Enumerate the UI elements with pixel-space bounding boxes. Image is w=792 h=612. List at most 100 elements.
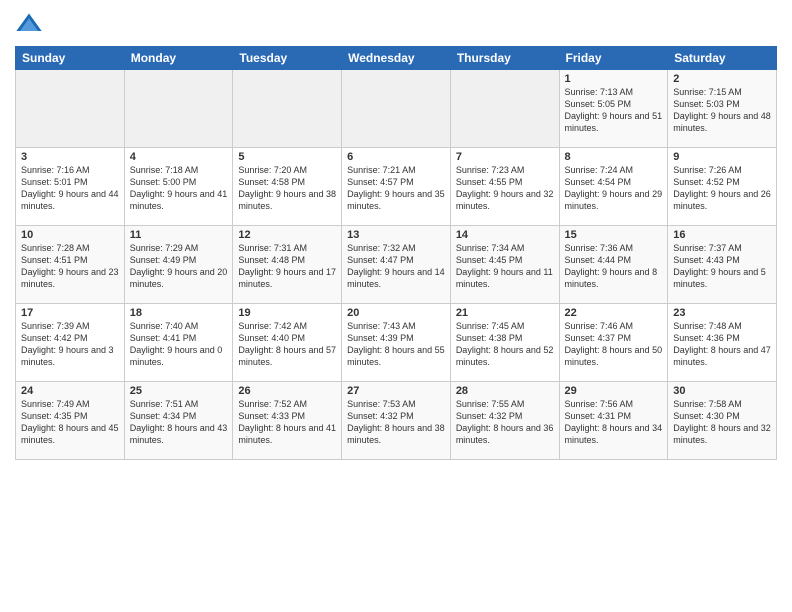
day-info: Sunrise: 7:52 AM Sunset: 4:33 PM Dayligh… bbox=[238, 398, 336, 447]
day-info: Sunrise: 7:53 AM Sunset: 4:32 PM Dayligh… bbox=[347, 398, 445, 447]
day-number: 1 bbox=[565, 73, 663, 85]
logo-icon bbox=[15, 10, 43, 38]
day-info: Sunrise: 7:43 AM Sunset: 4:39 PM Dayligh… bbox=[347, 320, 445, 369]
day-number: 27 bbox=[347, 385, 445, 397]
day-info: Sunrise: 7:39 AM Sunset: 4:42 PM Dayligh… bbox=[21, 320, 119, 369]
week-row-5: 24Sunrise: 7:49 AM Sunset: 4:35 PM Dayli… bbox=[16, 382, 777, 460]
day-info: Sunrise: 7:26 AM Sunset: 4:52 PM Dayligh… bbox=[673, 164, 771, 213]
day-cell: 8Sunrise: 7:24 AM Sunset: 4:54 PM Daylig… bbox=[559, 148, 668, 226]
day-cell: 6Sunrise: 7:21 AM Sunset: 4:57 PM Daylig… bbox=[342, 148, 451, 226]
day-cell: 9Sunrise: 7:26 AM Sunset: 4:52 PM Daylig… bbox=[668, 148, 777, 226]
day-number: 19 bbox=[238, 307, 336, 319]
weekday-header-thursday: Thursday bbox=[450, 47, 559, 70]
day-cell: 23Sunrise: 7:48 AM Sunset: 4:36 PM Dayli… bbox=[668, 304, 777, 382]
day-number: 29 bbox=[565, 385, 663, 397]
day-cell: 3Sunrise: 7:16 AM Sunset: 5:01 PM Daylig… bbox=[16, 148, 125, 226]
day-cell: 25Sunrise: 7:51 AM Sunset: 4:34 PM Dayli… bbox=[124, 382, 233, 460]
day-cell: 16Sunrise: 7:37 AM Sunset: 4:43 PM Dayli… bbox=[668, 226, 777, 304]
day-number: 22 bbox=[565, 307, 663, 319]
weekday-header-saturday: Saturday bbox=[668, 47, 777, 70]
logo bbox=[15, 10, 47, 38]
day-number: 7 bbox=[456, 151, 554, 163]
day-info: Sunrise: 7:20 AM Sunset: 4:58 PM Dayligh… bbox=[238, 164, 336, 213]
day-cell: 30Sunrise: 7:58 AM Sunset: 4:30 PM Dayli… bbox=[668, 382, 777, 460]
day-info: Sunrise: 7:46 AM Sunset: 4:37 PM Dayligh… bbox=[565, 320, 663, 369]
day-info: Sunrise: 7:48 AM Sunset: 4:36 PM Dayligh… bbox=[673, 320, 771, 369]
day-cell: 27Sunrise: 7:53 AM Sunset: 4:32 PM Dayli… bbox=[342, 382, 451, 460]
week-row-2: 3Sunrise: 7:16 AM Sunset: 5:01 PM Daylig… bbox=[16, 148, 777, 226]
day-info: Sunrise: 7:23 AM Sunset: 4:55 PM Dayligh… bbox=[456, 164, 554, 213]
day-cell: 13Sunrise: 7:32 AM Sunset: 4:47 PM Dayli… bbox=[342, 226, 451, 304]
day-info: Sunrise: 7:37 AM Sunset: 4:43 PM Dayligh… bbox=[673, 242, 771, 291]
day-cell: 15Sunrise: 7:36 AM Sunset: 4:44 PM Dayli… bbox=[559, 226, 668, 304]
day-cell: 1Sunrise: 7:13 AM Sunset: 5:05 PM Daylig… bbox=[559, 70, 668, 148]
day-info: Sunrise: 7:16 AM Sunset: 5:01 PM Dayligh… bbox=[21, 164, 119, 213]
day-cell: 26Sunrise: 7:52 AM Sunset: 4:33 PM Dayli… bbox=[233, 382, 342, 460]
day-number: 8 bbox=[565, 151, 663, 163]
day-cell: 28Sunrise: 7:55 AM Sunset: 4:32 PM Dayli… bbox=[450, 382, 559, 460]
day-number: 10 bbox=[21, 229, 119, 241]
day-number: 11 bbox=[130, 229, 228, 241]
day-number: 15 bbox=[565, 229, 663, 241]
day-number: 9 bbox=[673, 151, 771, 163]
day-cell: 14Sunrise: 7:34 AM Sunset: 4:45 PM Dayli… bbox=[450, 226, 559, 304]
day-info: Sunrise: 7:24 AM Sunset: 4:54 PM Dayligh… bbox=[565, 164, 663, 213]
day-number: 17 bbox=[21, 307, 119, 319]
day-cell: 5Sunrise: 7:20 AM Sunset: 4:58 PM Daylig… bbox=[233, 148, 342, 226]
day-number: 6 bbox=[347, 151, 445, 163]
day-info: Sunrise: 7:15 AM Sunset: 5:03 PM Dayligh… bbox=[673, 86, 771, 135]
day-number: 4 bbox=[130, 151, 228, 163]
day-number: 20 bbox=[347, 307, 445, 319]
calendar-table: SundayMondayTuesdayWednesdayThursdayFrid… bbox=[15, 46, 777, 460]
day-cell: 21Sunrise: 7:45 AM Sunset: 4:38 PM Dayli… bbox=[450, 304, 559, 382]
day-cell bbox=[450, 70, 559, 148]
week-row-4: 17Sunrise: 7:39 AM Sunset: 4:42 PM Dayli… bbox=[16, 304, 777, 382]
day-number: 24 bbox=[21, 385, 119, 397]
week-row-3: 10Sunrise: 7:28 AM Sunset: 4:51 PM Dayli… bbox=[16, 226, 777, 304]
day-number: 26 bbox=[238, 385, 336, 397]
day-cell: 18Sunrise: 7:40 AM Sunset: 4:41 PM Dayli… bbox=[124, 304, 233, 382]
weekday-header-tuesday: Tuesday bbox=[233, 47, 342, 70]
day-info: Sunrise: 7:56 AM Sunset: 4:31 PM Dayligh… bbox=[565, 398, 663, 447]
day-cell: 24Sunrise: 7:49 AM Sunset: 4:35 PM Dayli… bbox=[16, 382, 125, 460]
day-number: 5 bbox=[238, 151, 336, 163]
weekday-header-friday: Friday bbox=[559, 47, 668, 70]
day-info: Sunrise: 7:29 AM Sunset: 4:49 PM Dayligh… bbox=[130, 242, 228, 291]
day-cell: 11Sunrise: 7:29 AM Sunset: 4:49 PM Dayli… bbox=[124, 226, 233, 304]
day-info: Sunrise: 7:58 AM Sunset: 4:30 PM Dayligh… bbox=[673, 398, 771, 447]
day-info: Sunrise: 7:31 AM Sunset: 4:48 PM Dayligh… bbox=[238, 242, 336, 291]
day-cell: 17Sunrise: 7:39 AM Sunset: 4:42 PM Dayli… bbox=[16, 304, 125, 382]
day-cell: 12Sunrise: 7:31 AM Sunset: 4:48 PM Dayli… bbox=[233, 226, 342, 304]
weekday-header-row: SundayMondayTuesdayWednesdayThursdayFrid… bbox=[16, 47, 777, 70]
weekday-header-sunday: Sunday bbox=[16, 47, 125, 70]
day-cell: 20Sunrise: 7:43 AM Sunset: 4:39 PM Dayli… bbox=[342, 304, 451, 382]
day-info: Sunrise: 7:21 AM Sunset: 4:57 PM Dayligh… bbox=[347, 164, 445, 213]
day-cell bbox=[342, 70, 451, 148]
day-number: 18 bbox=[130, 307, 228, 319]
day-cell: 22Sunrise: 7:46 AM Sunset: 4:37 PM Dayli… bbox=[559, 304, 668, 382]
day-info: Sunrise: 7:55 AM Sunset: 4:32 PM Dayligh… bbox=[456, 398, 554, 447]
day-info: Sunrise: 7:34 AM Sunset: 4:45 PM Dayligh… bbox=[456, 242, 554, 291]
day-info: Sunrise: 7:49 AM Sunset: 4:35 PM Dayligh… bbox=[21, 398, 119, 447]
day-info: Sunrise: 7:45 AM Sunset: 4:38 PM Dayligh… bbox=[456, 320, 554, 369]
day-cell bbox=[124, 70, 233, 148]
week-row-1: 1Sunrise: 7:13 AM Sunset: 5:05 PM Daylig… bbox=[16, 70, 777, 148]
day-info: Sunrise: 7:28 AM Sunset: 4:51 PM Dayligh… bbox=[21, 242, 119, 291]
day-number: 21 bbox=[456, 307, 554, 319]
day-number: 30 bbox=[673, 385, 771, 397]
day-cell: 29Sunrise: 7:56 AM Sunset: 4:31 PM Dayli… bbox=[559, 382, 668, 460]
page-container: SundayMondayTuesdayWednesdayThursdayFrid… bbox=[0, 0, 792, 470]
day-info: Sunrise: 7:42 AM Sunset: 4:40 PM Dayligh… bbox=[238, 320, 336, 369]
day-info: Sunrise: 7:40 AM Sunset: 4:41 PM Dayligh… bbox=[130, 320, 228, 369]
day-number: 28 bbox=[456, 385, 554, 397]
day-number: 14 bbox=[456, 229, 554, 241]
day-info: Sunrise: 7:32 AM Sunset: 4:47 PM Dayligh… bbox=[347, 242, 445, 291]
weekday-header-wednesday: Wednesday bbox=[342, 47, 451, 70]
day-number: 2 bbox=[673, 73, 771, 85]
day-number: 25 bbox=[130, 385, 228, 397]
day-info: Sunrise: 7:36 AM Sunset: 4:44 PM Dayligh… bbox=[565, 242, 663, 291]
day-cell: 4Sunrise: 7:18 AM Sunset: 5:00 PM Daylig… bbox=[124, 148, 233, 226]
day-number: 16 bbox=[673, 229, 771, 241]
day-cell: 7Sunrise: 7:23 AM Sunset: 4:55 PM Daylig… bbox=[450, 148, 559, 226]
day-number: 23 bbox=[673, 307, 771, 319]
